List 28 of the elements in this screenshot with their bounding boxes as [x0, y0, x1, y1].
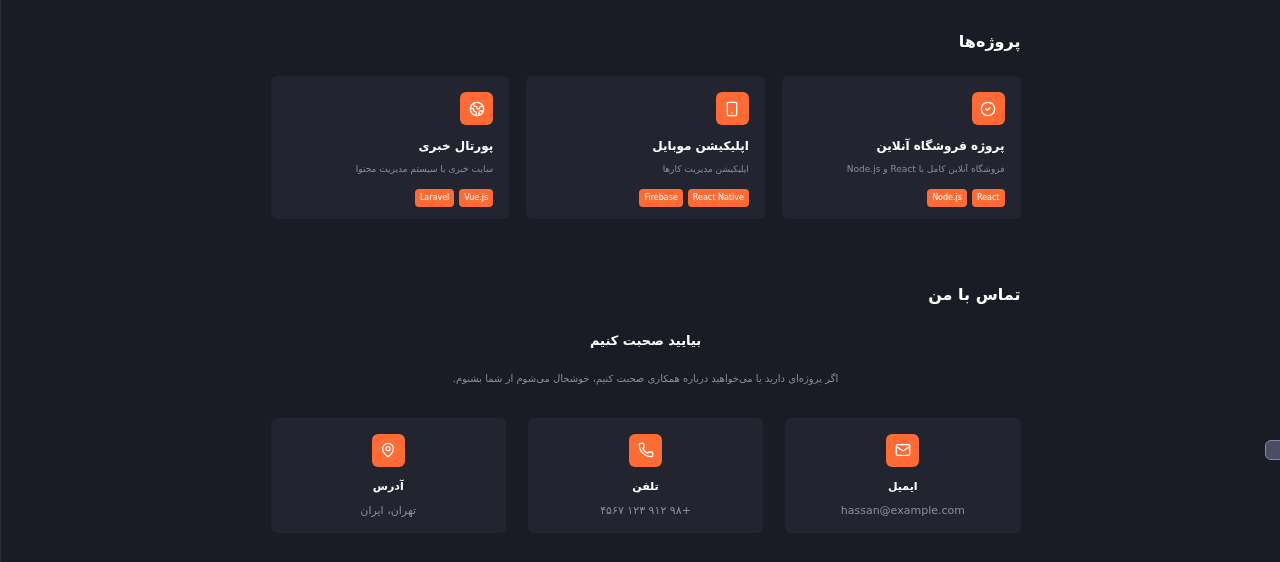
tech-tag: Vue.js	[459, 188, 494, 207]
mail-icon	[886, 433, 920, 467]
tech-tag: Laravel	[414, 188, 455, 207]
map-pin-icon	[371, 433, 405, 467]
contact-label: تلفن	[632, 478, 659, 495]
section-title: تماس با من	[927, 284, 1021, 306]
project-title: پروژه فروشگاه آنلاین	[876, 137, 1005, 155]
contact-text: اگر پروژه‌ای دارید یا می‌خواهید درباره همکاری صحبت کنیم، خوشحال می‌شوم از شما بشنوم.	[452, 371, 839, 386]
globe-icon	[460, 92, 494, 125]
project-description: اپلیکیشن مدیریت کارها	[662, 163, 749, 176]
contact-value: hassan@example.com	[840, 503, 965, 519]
section-title: پروژه‌ها	[957, 31, 1021, 54]
project-description: سایت خبری با سیستم مدیریت محتوا	[355, 163, 494, 177]
tech-tag: React	[971, 188, 1005, 207]
project-description: فروشگاه آنلاین کامل با React و Node.js	[846, 163, 1005, 176]
contact-label: ایمیل	[888, 478, 918, 495]
contact-heading: بیایید صحبت کنیم	[589, 332, 702, 350]
contact-label: آدرس	[372, 478, 404, 495]
smartphone-icon	[715, 92, 749, 125]
tech-tag: Firebase	[639, 188, 683, 207]
contact-value: تهران، ایران	[360, 503, 417, 519]
tech-tag: Node.js	[927, 188, 967, 207]
contact-value: +۹۸ ۹۱۲ ۱۲۳ ۴۵۶۷	[600, 503, 691, 519]
floating-widget-icon[interactable]	[1265, 440, 1280, 460]
phone-icon	[629, 433, 662, 467]
tech-tag: React Native	[687, 188, 749, 207]
project-title: پورتال خبری	[418, 138, 494, 155]
project-title: اپلیکیشن موبایل	[652, 138, 749, 155]
